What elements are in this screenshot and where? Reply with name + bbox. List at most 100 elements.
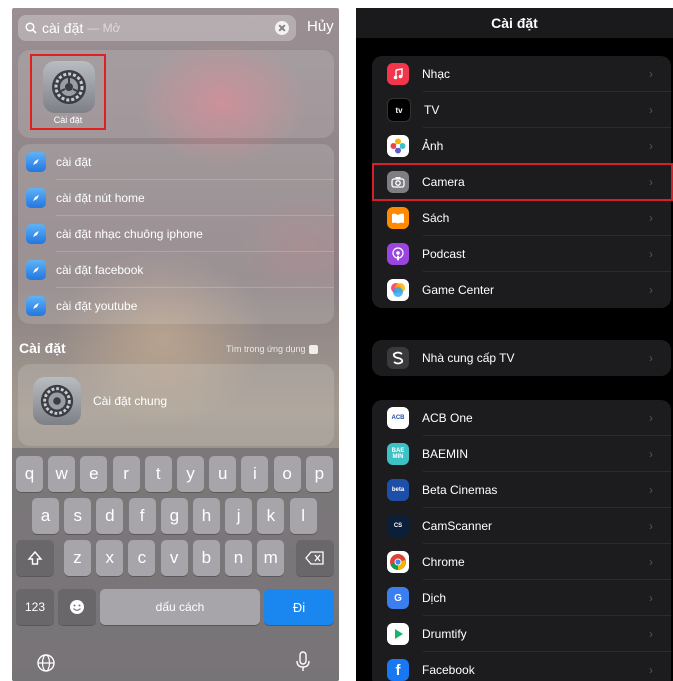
key-c[interactable]: c	[128, 540, 156, 576]
key-q[interactable]: q	[16, 456, 43, 492]
chevron-right-icon: ›	[649, 447, 653, 461]
key-b[interactable]: b	[192, 540, 220, 576]
baemin-icon: BAE MIN	[387, 443, 409, 465]
settings-row-label: Dịch	[422, 591, 447, 605]
key-n[interactable]: n	[225, 540, 252, 576]
suggestion-item[interactable]: cài đặt youtube	[18, 288, 334, 324]
facebook-icon: f	[387, 659, 409, 681]
chevron-right-icon: ›	[649, 519, 653, 533]
numbers-key[interactable]: 123	[16, 589, 54, 625]
chevron-right-icon: ›	[649, 351, 653, 365]
settings-row-tv[interactable]: tv TV ›	[372, 92, 671, 128]
key-w[interactable]: w	[48, 456, 76, 492]
key-j[interactable]: j	[225, 498, 253, 534]
settings-row-facebook[interactable]: f Facebook ›	[372, 652, 671, 681]
suggestion-text: cài đặt nút home	[56, 191, 145, 205]
camera-highlight-box	[372, 163, 673, 201]
key-o[interactable]: o	[273, 456, 301, 492]
settings-row-beta-cinemas[interactable]: beta Beta Cinemas ›	[372, 472, 671, 508]
translate-icon: G	[387, 587, 409, 609]
key-l[interactable]: l	[289, 498, 317, 534]
key-v[interactable]: v	[160, 540, 188, 576]
suggestions-list: cài đặt cài đặt nút home cài đặt nhạc chuô…	[18, 144, 334, 324]
chevron-right-icon: ›	[649, 627, 653, 641]
microphone-icon[interactable]	[295, 651, 311, 678]
suggestion-item[interactable]: cài đặt	[18, 144, 334, 180]
key-s[interactable]: s	[64, 498, 92, 534]
emoji-key[interactable]	[58, 589, 96, 625]
general-settings-result[interactable]: Cài đặt chung	[18, 364, 334, 446]
chevron-right-icon: ›	[649, 483, 653, 497]
settings-gear-icon	[43, 61, 95, 113]
chevron-right-icon: ›	[649, 103, 653, 117]
apple-tv-icon: tv	[387, 98, 411, 122]
settings-row-label: Chrome	[422, 555, 465, 569]
tv-provider-icon	[387, 347, 409, 369]
chevron-right-icon: ›	[649, 411, 653, 425]
settings-row-baemin[interactable]: BAE MIN BAEMIN ›	[372, 436, 671, 472]
camscanner-icon: CS	[387, 515, 409, 537]
settings-row-label: Nhạc	[422, 67, 451, 81]
settings-row-camscanner[interactable]: CS CamScanner ›	[372, 508, 671, 544]
key-z[interactable]: z	[64, 540, 91, 576]
key-e[interactable]: e	[80, 456, 108, 492]
settings-row-chrome[interactable]: Chrome ›	[372, 544, 671, 580]
settings-row-label: CamScanner	[422, 519, 493, 533]
key-h[interactable]: h	[193, 498, 220, 534]
key-f[interactable]: f	[128, 498, 156, 534]
search-query: cài đặt	[42, 20, 84, 36]
shift-key[interactable]	[16, 540, 54, 576]
icon-badge-text: BAE MIN	[391, 448, 405, 460]
key-x[interactable]: x	[96, 540, 124, 576]
settings-row-nhà-cung-cấp-tv[interactable]: Nhà cung cấp TV ›	[372, 340, 671, 376]
music-icon	[387, 63, 409, 85]
key-g[interactable]: g	[160, 498, 188, 534]
key-d[interactable]: d	[96, 498, 124, 534]
books-icon	[387, 207, 409, 229]
key-u[interactable]: u	[209, 456, 237, 492]
settings-row-drumtify[interactable]: Drumtify ›	[372, 616, 671, 652]
settings-row-label: Podcast	[422, 247, 466, 261]
key-y[interactable]: y	[177, 456, 204, 492]
settings-app-top-hit[interactable]: Cài đặt	[30, 54, 106, 130]
key-m[interactable]: m	[257, 540, 285, 576]
suggestion-item[interactable]: cài đặt facebook	[18, 252, 334, 288]
page-title: Cài đặt	[356, 8, 673, 38]
settings-row-ảnh[interactable]: Ảnh ›	[372, 128, 671, 164]
acb-one-icon: ACB	[387, 407, 409, 429]
settings-row-game-center[interactable]: Game Center ›	[372, 272, 671, 308]
key-t[interactable]: t	[144, 456, 172, 492]
photos-icon	[387, 135, 409, 157]
settings-row-nhạc[interactable]: Nhạc ›	[372, 56, 671, 92]
settings-row-podcast[interactable]: Podcast ›	[372, 236, 671, 272]
settings-group: Nhà cung cấp TV ›	[372, 340, 671, 376]
key-a[interactable]: a	[32, 498, 59, 534]
podcast-icon	[387, 243, 409, 265]
space-key[interactable]: dấu cách	[100, 589, 260, 625]
key-r[interactable]: r	[112, 456, 140, 492]
chevron-right-icon: ›	[649, 67, 653, 81]
key-i[interactable]: i	[241, 456, 269, 492]
search-in-app-icon	[308, 344, 318, 354]
search-in-app-link[interactable]: Tìm trong ứng dụng	[226, 344, 318, 354]
key-k[interactable]: k	[257, 498, 285, 534]
backspace-key[interactable]	[296, 540, 334, 576]
search-field[interactable]: cài đặt — Mở	[18, 15, 296, 41]
go-key[interactable]: Đi	[264, 589, 334, 625]
settings-row-label: Drumtify	[422, 627, 467, 641]
settings-row-sách[interactable]: Sách ›	[372, 200, 671, 236]
chevron-right-icon: ›	[649, 283, 653, 297]
suggestion-item[interactable]: cài đặt nút home	[18, 180, 334, 216]
settings-app-label: Cài đặt	[53, 115, 83, 125]
globe-icon[interactable]	[36, 653, 56, 678]
clear-search-icon[interactable]	[275, 21, 289, 35]
settings-row-label: Game Center	[422, 283, 495, 297]
settings-row-acb-one[interactable]: ACB ACB One ›	[372, 400, 671, 436]
suggestion-item[interactable]: cài đặt nhạc chuông iphone	[18, 216, 334, 252]
search-hint: — Mở	[87, 21, 121, 35]
key-p[interactable]: p	[305, 456, 333, 492]
cancel-button[interactable]: Hủy	[307, 18, 334, 35]
settings-row-dịch[interactable]: G Dịch ›	[372, 580, 671, 616]
icon-badge-text: beta	[391, 487, 405, 493]
safari-compass-icon	[26, 260, 46, 280]
